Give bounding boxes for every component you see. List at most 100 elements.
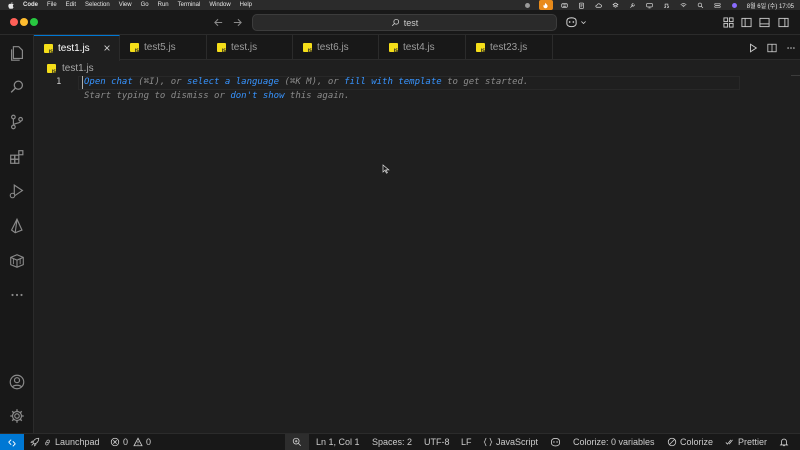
open-chat-link[interactable]: Open chat xyxy=(84,77,133,87)
window-title-bar: test xyxy=(0,10,800,35)
search-icon[interactable] xyxy=(0,72,34,102)
breadcrumb[interactable]: test1.js xyxy=(34,61,94,75)
run-file-icon[interactable] xyxy=(743,40,762,56)
cursor-position-status[interactable]: Ln 1, Col 1 xyxy=(316,434,360,450)
circle-slash-icon xyxy=(667,437,677,447)
remote-indicator[interactable] xyxy=(0,434,24,450)
activity-bar xyxy=(0,35,34,433)
encoding-status[interactable]: UTF-8 xyxy=(424,434,450,450)
menu-run[interactable]: Run xyxy=(158,2,169,8)
colorize-label: Colorize xyxy=(680,437,714,447)
menu-app-name[interactable]: Code xyxy=(23,2,38,8)
stack-icon[interactable] xyxy=(610,0,621,10)
cloud-sync-icon[interactable] xyxy=(593,0,604,10)
run-and-debug-icon[interactable] xyxy=(0,176,34,206)
menu-help[interactable]: Help xyxy=(240,2,252,8)
explorer-icon[interactable] xyxy=(0,38,34,68)
screen-icon[interactable] xyxy=(644,0,655,10)
tab-label: test1.js xyxy=(58,43,90,54)
javascript-file-icon xyxy=(47,63,56,74)
containers-icon[interactable] xyxy=(0,246,34,276)
menu-edit[interactable]: Edit xyxy=(66,2,76,8)
tab-test4-js[interactable]: test4.js xyxy=(379,35,466,60)
spotlight-icon[interactable] xyxy=(695,0,706,10)
zoom-window-button[interactable] xyxy=(30,18,38,26)
launchpad-label: Launchpad xyxy=(55,437,100,447)
tab-test6-js[interactable]: test6.js xyxy=(293,35,379,60)
breadcrumb-file[interactable]: test1.js xyxy=(62,63,94,74)
bell-icon xyxy=(779,438,789,447)
toggle-secondary-sidebar-icon[interactable] xyxy=(776,15,790,29)
toggle-panel-icon[interactable] xyxy=(757,15,771,29)
prettier-status[interactable]: Prettier xyxy=(725,434,767,450)
more-actions-icon[interactable] xyxy=(781,40,800,56)
clipboard-icon[interactable] xyxy=(576,0,587,10)
zoom-status[interactable] xyxy=(285,434,309,450)
chevron-down-icon xyxy=(581,20,586,24)
menu-terminal[interactable]: Terminal xyxy=(178,2,201,8)
javascript-file-icon xyxy=(389,43,398,53)
tools-icon[interactable] xyxy=(627,0,638,10)
close-icon[interactable] xyxy=(101,42,113,54)
editor-area[interactable]: 1 Open chat (⌘I), or select a language (… xyxy=(34,75,800,433)
fill-with-template-link[interactable]: fill with template xyxy=(344,77,442,87)
forward-arrow-icon[interactable] xyxy=(230,15,244,29)
empty-editor-hint-second-line: Start typing to dismiss or don't show th… xyxy=(84,91,350,101)
command-center-text: test xyxy=(403,17,419,28)
launchpad-status[interactable]: Launchpad xyxy=(30,434,100,450)
notifications-status[interactable] xyxy=(779,434,792,450)
colorize-status[interactable]: Colorize xyxy=(667,434,713,450)
tab-label: test23.js xyxy=(490,42,528,53)
editor-actions xyxy=(743,35,800,60)
menu-selection[interactable]: Selection xyxy=(85,2,110,8)
toggle-primary-sidebar-icon[interactable] xyxy=(739,15,753,29)
tab-test5-js[interactable]: test5.js xyxy=(120,35,207,60)
keyboard-icon[interactable] xyxy=(559,0,570,10)
javascript-file-icon xyxy=(130,43,139,53)
command-center-search[interactable]: test xyxy=(252,14,557,31)
manage-gear-icon[interactable] xyxy=(0,401,34,431)
indentation-status[interactable]: Spaces: 2 xyxy=(372,434,412,450)
dont-show-link[interactable]: don't show xyxy=(230,91,284,101)
eol-status[interactable]: LF xyxy=(461,434,472,450)
copilot-status[interactable] xyxy=(550,434,564,450)
rocket-icon xyxy=(30,437,40,447)
copilot-menu[interactable] xyxy=(565,15,587,29)
colorize-variables-status[interactable]: Colorize: 0 variables xyxy=(573,434,655,450)
copilot-icon xyxy=(566,17,577,28)
source-control-icon[interactable] xyxy=(0,107,34,137)
warning-icon xyxy=(133,437,143,447)
menu-bar-clock[interactable]: 8월 6일 (수) 17:05 xyxy=(747,1,794,10)
status-bar: Launchpad 0 0 Ln 1, Col 1 Spaces: 2 UTF-… xyxy=(0,433,800,450)
prettier-label: Prettier xyxy=(738,437,768,447)
split-editor-icon[interactable] xyxy=(762,40,781,56)
accounts-icon[interactable] xyxy=(0,367,34,397)
audio-icon[interactable] xyxy=(661,0,672,10)
record-icon[interactable] xyxy=(522,0,533,10)
customize-layout-icon[interactable] xyxy=(721,15,735,29)
menu-view[interactable]: View xyxy=(119,2,132,8)
tab-test23-js[interactable]: test23.js xyxy=(466,35,553,60)
language-mode-status[interactable]: JavaScript xyxy=(483,434,538,450)
siri-icon[interactable] xyxy=(729,0,740,10)
wifi-icon[interactable] xyxy=(678,0,689,10)
extensions-icon[interactable] xyxy=(0,142,34,172)
tab-test-js[interactable]: test.js xyxy=(207,35,293,60)
menu-go[interactable]: Go xyxy=(141,2,149,8)
warning-count: 0 xyxy=(146,437,152,447)
control-center-icon[interactable] xyxy=(712,0,723,10)
tab-test1-js[interactable]: test1.js xyxy=(34,35,120,61)
menu-bar-tray: 8월 6일 (수) 17:05 xyxy=(516,0,800,10)
minimize-window-button[interactable] xyxy=(20,18,28,26)
close-window-button[interactable] xyxy=(10,18,18,26)
problems-status[interactable]: 0 0 xyxy=(110,434,151,450)
back-arrow-icon[interactable] xyxy=(211,15,225,29)
prisma-icon[interactable] xyxy=(0,211,34,241)
select-language-link[interactable]: select a language xyxy=(187,77,279,87)
menu-window[interactable]: Window xyxy=(209,2,230,8)
fire-icon[interactable] xyxy=(538,0,553,10)
tab-label: test.js xyxy=(231,42,258,53)
apple-logo-icon[interactable] xyxy=(7,1,15,9)
more-views-icon[interactable] xyxy=(0,280,34,310)
menu-file[interactable]: File xyxy=(47,2,57,8)
